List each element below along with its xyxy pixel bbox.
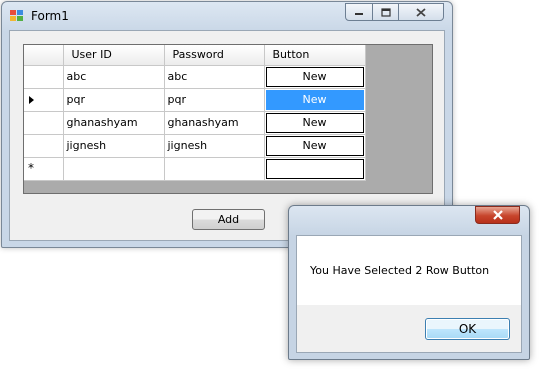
dialog-client-area: You Have Selected 2 Row Button OK	[296, 235, 522, 353]
user-id-cell[interactable]: pqr	[63, 88, 165, 112]
dialog-message: You Have Selected 2 Row Button	[310, 264, 490, 277]
close-icon	[416, 7, 426, 17]
add-button[interactable]: Add	[192, 209, 265, 230]
maximize-icon	[380, 7, 391, 17]
row-header[interactable]	[24, 65, 64, 89]
close-icon	[492, 210, 503, 220]
row-header[interactable]: *	[24, 157, 64, 181]
row-pointer-icon	[29, 95, 34, 104]
password-cell[interactable]: pqr	[164, 88, 265, 112]
row-new-button[interactable]: New	[265, 135, 364, 156]
maximize-button[interactable]	[372, 3, 399, 21]
column-header-button[interactable]: Button	[264, 45, 366, 66]
grid-corner-header[interactable]	[24, 45, 64, 66]
user-id-cell[interactable]	[63, 157, 165, 181]
user-id-cell[interactable]: ghanashyam	[63, 111, 165, 135]
user-id-cell[interactable]: jignesh	[63, 134, 165, 158]
table-row[interactable]: abc abc New	[24, 65, 366, 89]
row-new-button[interactable]	[265, 158, 364, 179]
row-new-button[interactable]: New	[265, 112, 364, 133]
message-box-dialog: You Have Selected 2 Row Button OK	[288, 205, 530, 360]
password-cell[interactable]	[164, 157, 265, 181]
password-cell[interactable]: jignesh	[164, 134, 265, 158]
minimize-button[interactable]	[345, 3, 373, 21]
row-header[interactable]	[24, 111, 64, 135]
row-new-button[interactable]: New	[265, 66, 364, 87]
form-app-icon	[10, 10, 23, 21]
window-title: Form1	[31, 9, 69, 23]
row-header[interactable]	[24, 134, 64, 158]
user-id-cell[interactable]: abc	[63, 65, 165, 89]
ok-button[interactable]: OK	[425, 318, 510, 340]
row-new-button[interactable]: New	[265, 89, 364, 110]
new-row-marker: *	[28, 160, 34, 175]
table-row[interactable]: pqr pqr New	[24, 88, 366, 112]
password-cell[interactable]: ghanashyam	[164, 111, 265, 135]
new-row[interactable]: *	[24, 157, 366, 181]
column-header-user-id[interactable]: User ID	[63, 45, 165, 66]
title-bar[interactable]: Form1	[2, 2, 452, 30]
close-button[interactable]	[398, 3, 444, 21]
column-header-password[interactable]: Password	[164, 45, 265, 66]
dialog-message-area: You Have Selected 2 Row Button	[297, 236, 521, 305]
password-cell[interactable]: abc	[164, 65, 265, 89]
table-row[interactable]: ghanashyam ghanashyam New	[24, 111, 366, 135]
minimize-icon	[355, 13, 363, 15]
data-grid[interactable]: User ID Password Button abc abc New pqr …	[23, 44, 433, 194]
table-row[interactable]: jignesh jignesh New	[24, 134, 366, 158]
row-header[interactable]	[24, 88, 64, 112]
dialog-close-button[interactable]	[475, 206, 520, 224]
